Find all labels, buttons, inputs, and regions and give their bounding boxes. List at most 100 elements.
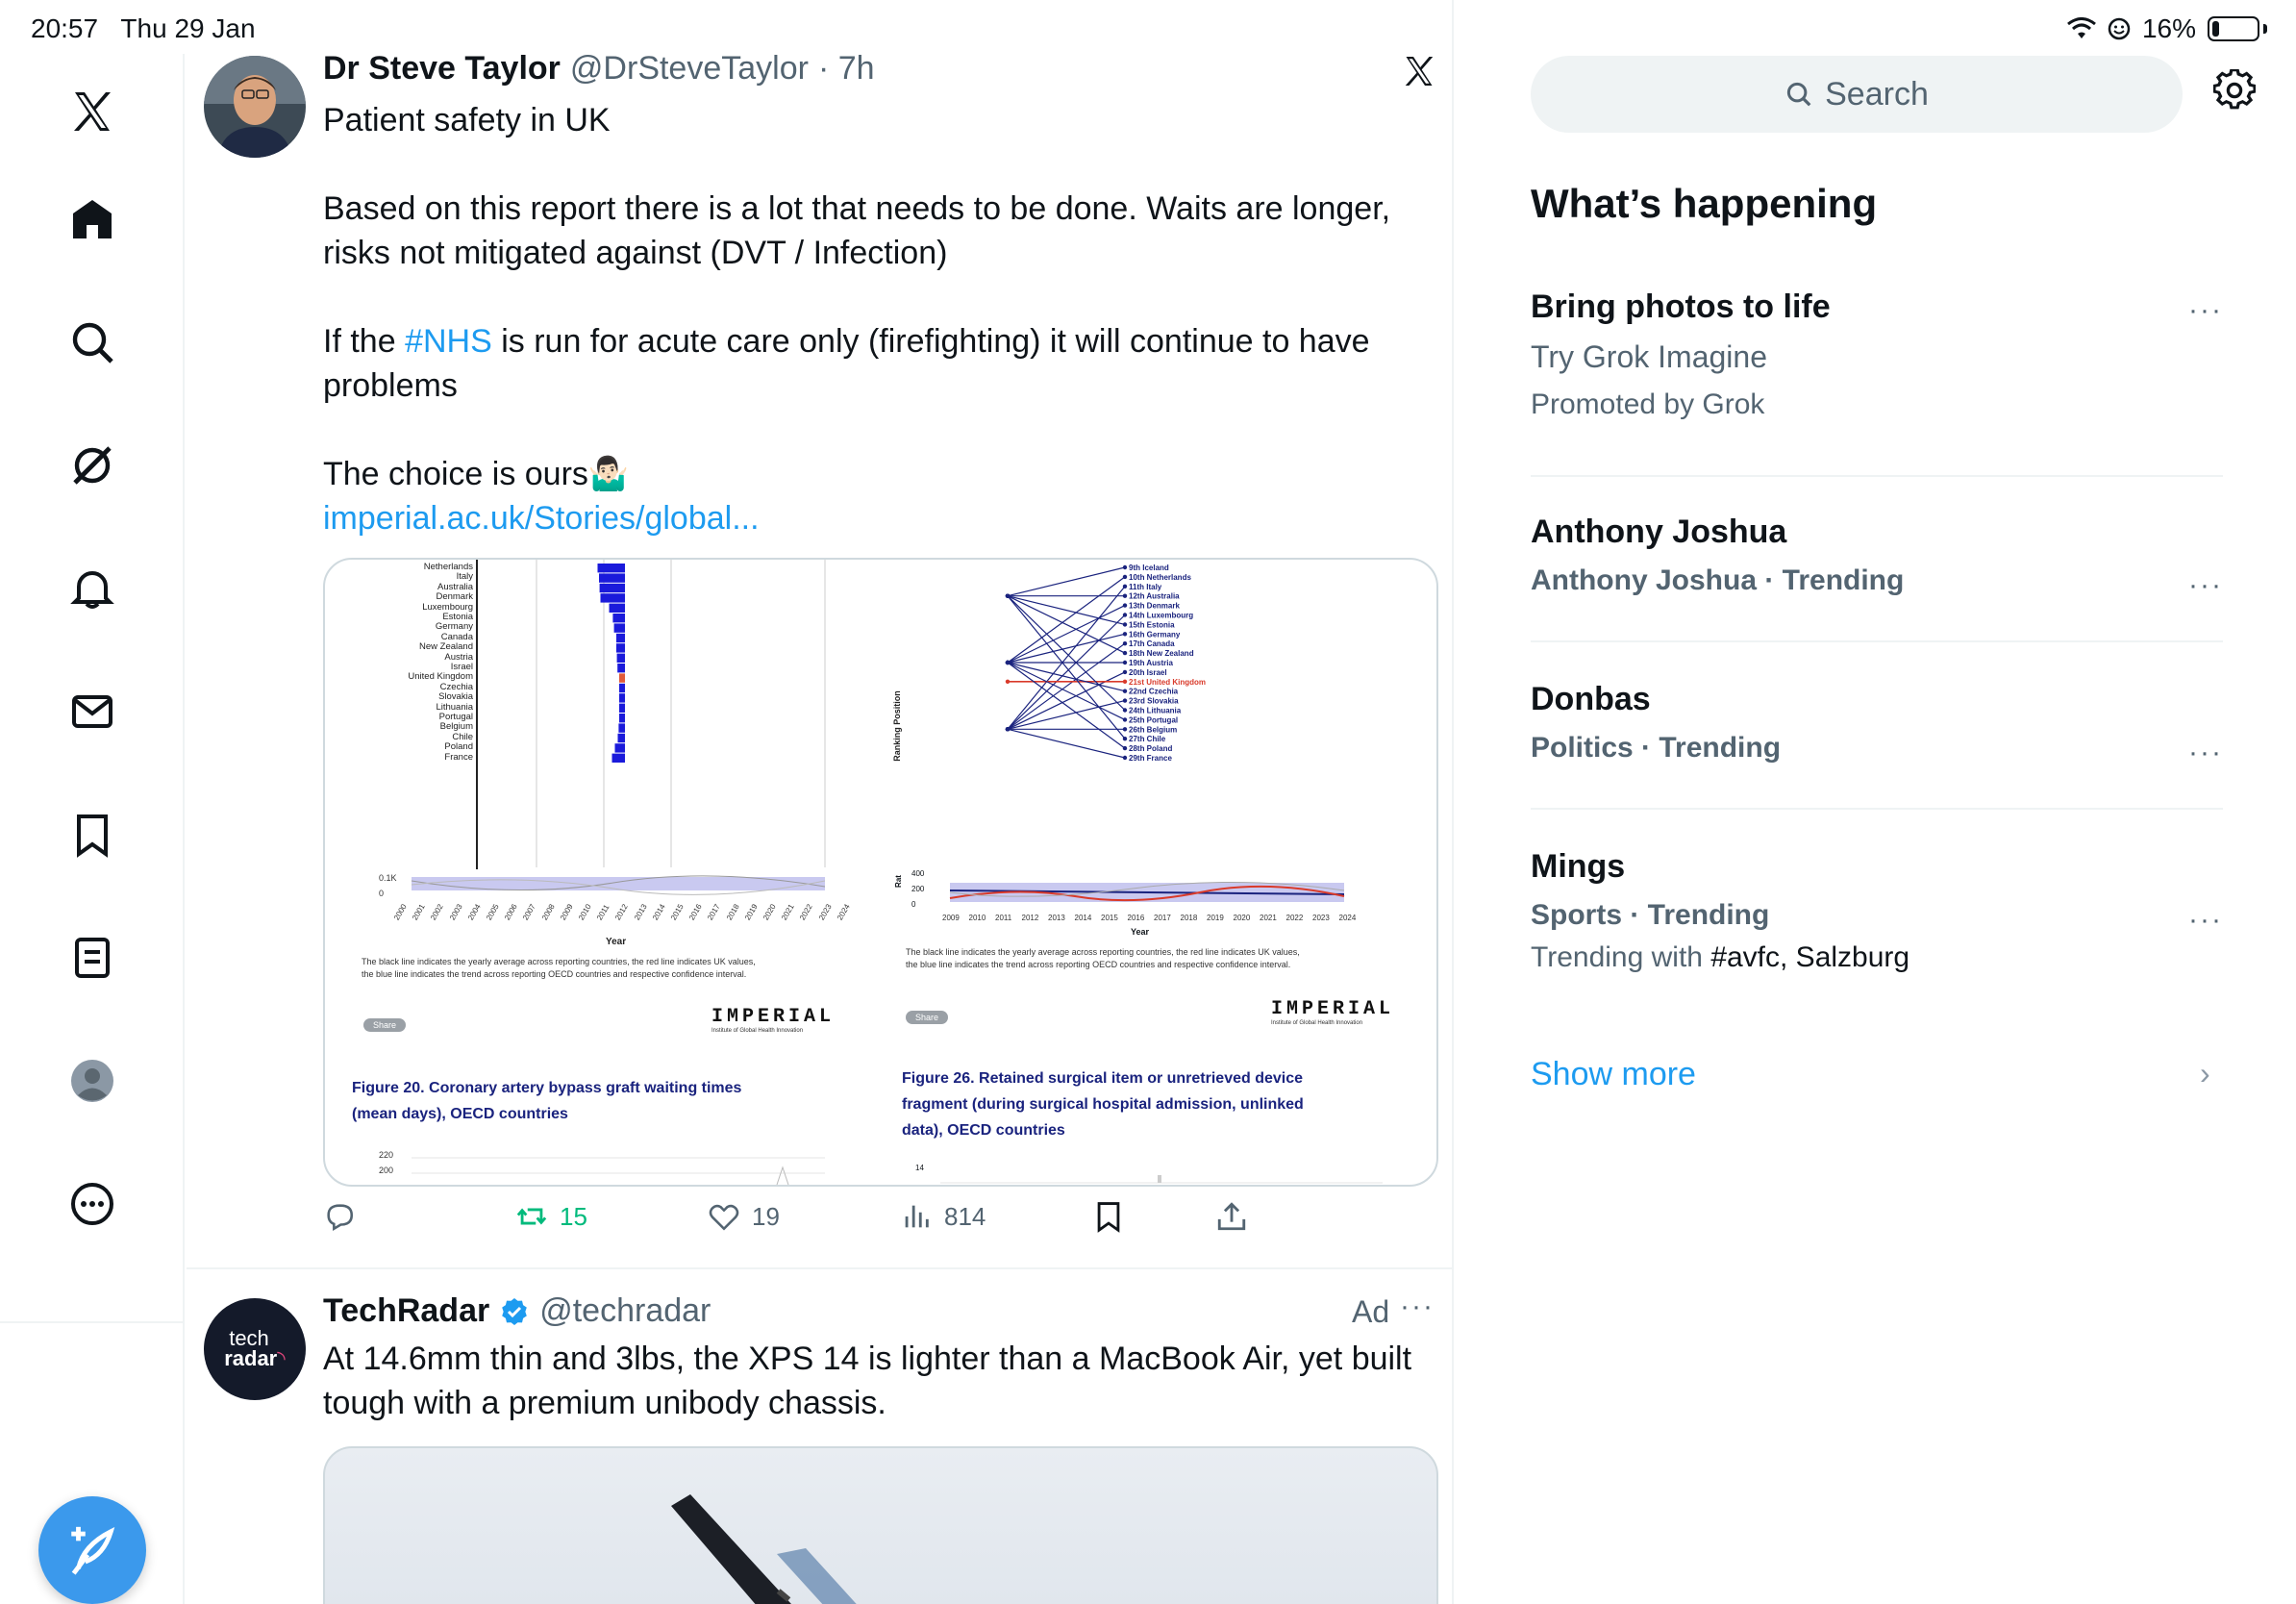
tweet-blank	[323, 408, 1429, 452]
avatar[interactable]: tech radar◝	[204, 1298, 306, 1400]
rank-point	[1122, 622, 1128, 627]
tweet-ad[interactable]: tech radar◝ TechRadar @techradar Ad ··· …	[187, 1269, 1454, 1604]
y-tick: 0.1K	[379, 873, 397, 883]
bar	[616, 643, 625, 653]
year-tick: 2011	[995, 914, 1012, 922]
more-options-icon[interactable]: ···	[2188, 294, 2223, 327]
year-tick: 2021	[1260, 914, 1277, 922]
rank-point	[1122, 574, 1128, 580]
ad-media[interactable]	[323, 1446, 1438, 1604]
rank-line	[1007, 595, 1126, 711]
search-icon[interactable]	[63, 313, 121, 371]
whats-happening-title: What’s happening	[1531, 181, 1878, 226]
rank-point	[1122, 755, 1128, 761]
tweet-header: TechRadar @techradar	[323, 1292, 711, 1330]
more-options-icon[interactable]: ···	[2188, 737, 2223, 769]
verified-badge-icon	[502, 1297, 528, 1325]
author-handle[interactable]: @techradar	[539, 1292, 711, 1330]
figure-caption: Figure 26. Retained surgical item or unr…	[902, 1065, 1421, 1143]
avatar-text: radar◝	[224, 1348, 286, 1369]
author-handle[interactable]: @DrSteveTaylor	[570, 50, 809, 88]
profile-icon[interactable]	[63, 1052, 121, 1110]
settings-gear-icon[interactable]	[2212, 68, 2261, 117]
rank-label: 28th Poland	[1129, 744, 1172, 753]
tweet-line: The choice is ours🤷🏻‍♂️	[323, 452, 1429, 496]
bar	[612, 614, 625, 623]
country-label: New Zealand	[419, 641, 473, 653]
show-more-link[interactable]: Show more	[1531, 1056, 1696, 1093]
x-axis-label: Year	[606, 937, 627, 947]
chart-note: The black line indicates the yearly aver…	[362, 956, 861, 981]
trending-with-tags[interactable]: #avfc, Salzburg	[1710, 941, 1909, 973]
bar	[611, 753, 625, 763]
rank-line	[1007, 566, 1126, 597]
country-label: United Kingdom	[408, 671, 473, 683]
more-options-icon[interactable]: ···	[2188, 904, 2223, 937]
reply-button[interactable]	[323, 1200, 356, 1233]
views-button[interactable]: 814	[900, 1200, 986, 1233]
share-icon	[1217, 1202, 1246, 1231]
messages-icon[interactable]	[63, 683, 121, 740]
media-image-right[interactable]: 9th Iceland 10th Netherlands 11th Italy 12t…	[883, 560, 1436, 1185]
rank-line	[1007, 595, 1126, 654]
trend-item[interactable]: Mings Sports · Trending Trending with #a…	[1531, 848, 2223, 974]
rank-line	[1007, 671, 1126, 730]
right-trend-strip	[949, 881, 1345, 902]
home-icon[interactable]	[63, 190, 121, 248]
media-image-left[interactable]: Netherlands Italy Australia Denmark Luxembou…	[325, 560, 883, 1185]
hashtag-link[interactable]: #NHS	[405, 323, 492, 360]
timeline: Dr Steve Taylor @DrSteveTaylor · 7h Pati…	[187, 0, 1454, 1604]
x-logo-icon[interactable]	[63, 83, 121, 140]
rank-label: 24th Lithuania	[1129, 707, 1182, 715]
bar	[619, 693, 625, 703]
tweet-time[interactable]: · 7h	[818, 50, 875, 88]
year-tick: 2009	[942, 914, 960, 922]
y-tick: 0	[379, 889, 385, 898]
year-tick: 2024	[1338, 914, 1357, 922]
rank-point	[1005, 727, 1011, 732]
share-pill[interactable]: Share	[363, 1015, 407, 1033]
trend-item[interactable]: Donbas Politics · Trending ···	[1531, 681, 2223, 768]
rank-label: 20th Israel	[1129, 668, 1167, 677]
compose-button[interactable]	[38, 1496, 146, 1604]
tweet-text: Patient safety in UK Based on this repor…	[323, 98, 1429, 540]
rank-point	[1122, 660, 1128, 665]
rank-label: 26th Belgium	[1129, 725, 1177, 734]
search-input[interactable]: Search	[1531, 56, 2183, 133]
compose-post-icon	[71, 1526, 115, 1575]
like-button[interactable]: 19	[708, 1200, 780, 1233]
more-options-icon[interactable]: ···	[1400, 1291, 1435, 1323]
year-tick: 2020	[1233, 914, 1251, 922]
trend-item[interactable]: Bring photos to life Try Grok Imagine Pr…	[1531, 288, 2223, 421]
notifications-icon[interactable]	[63, 560, 121, 617]
rank-point	[1005, 660, 1011, 665]
bookmarks-icon[interactable]	[63, 806, 121, 864]
rank-label: 16th Germany	[1129, 630, 1181, 639]
trend-item[interactable]: Anthony Joshua Anthony Joshua · Trending…	[1531, 514, 2223, 601]
rank-point	[1122, 737, 1128, 741]
external-link[interactable]: imperial.ac.uk/Stories/global...	[323, 500, 760, 537]
lists-icon[interactable]	[63, 929, 121, 987]
tweet-line: If the #NHS is run for acute care only (…	[323, 319, 1429, 363]
rank-point	[1122, 632, 1128, 637]
more-icon[interactable]	[63, 1175, 121, 1233]
rank-point	[1122, 669, 1128, 675]
rank-label: 10th Netherlands	[1129, 573, 1191, 582]
media-card[interactable]: Netherlands Italy Australia Denmark Luxembou…	[323, 558, 1438, 1187]
share-button[interactable]	[1215, 1200, 1248, 1233]
repost-count: 15	[560, 1201, 587, 1231]
author-name[interactable]: Dr Steve Taylor	[323, 50, 561, 88]
bookmark-button[interactable]	[1092, 1200, 1125, 1233]
bar	[619, 683, 625, 693]
ranking-bump-chart: 9th Iceland10th Netherlands11th Italy12t…	[1005, 564, 1206, 763]
tweet[interactable]: Dr Steve Taylor @DrSteveTaylor · 7h Pati…	[187, 0, 1454, 1269]
more-options-icon[interactable]: ···	[2188, 569, 2223, 602]
repost-button[interactable]: 15	[515, 1200, 587, 1233]
rank-label: 23rd Slovakia	[1129, 697, 1179, 706]
share-pill[interactable]: Share	[906, 1008, 949, 1025]
grok-icon[interactable]	[63, 437, 121, 494]
caption-line: data), OECD countries	[902, 1122, 1065, 1139]
author-name[interactable]: TechRadar	[323, 1292, 489, 1330]
avatar[interactable]	[204, 56, 306, 158]
next-chart-hint	[412, 1157, 825, 1185]
